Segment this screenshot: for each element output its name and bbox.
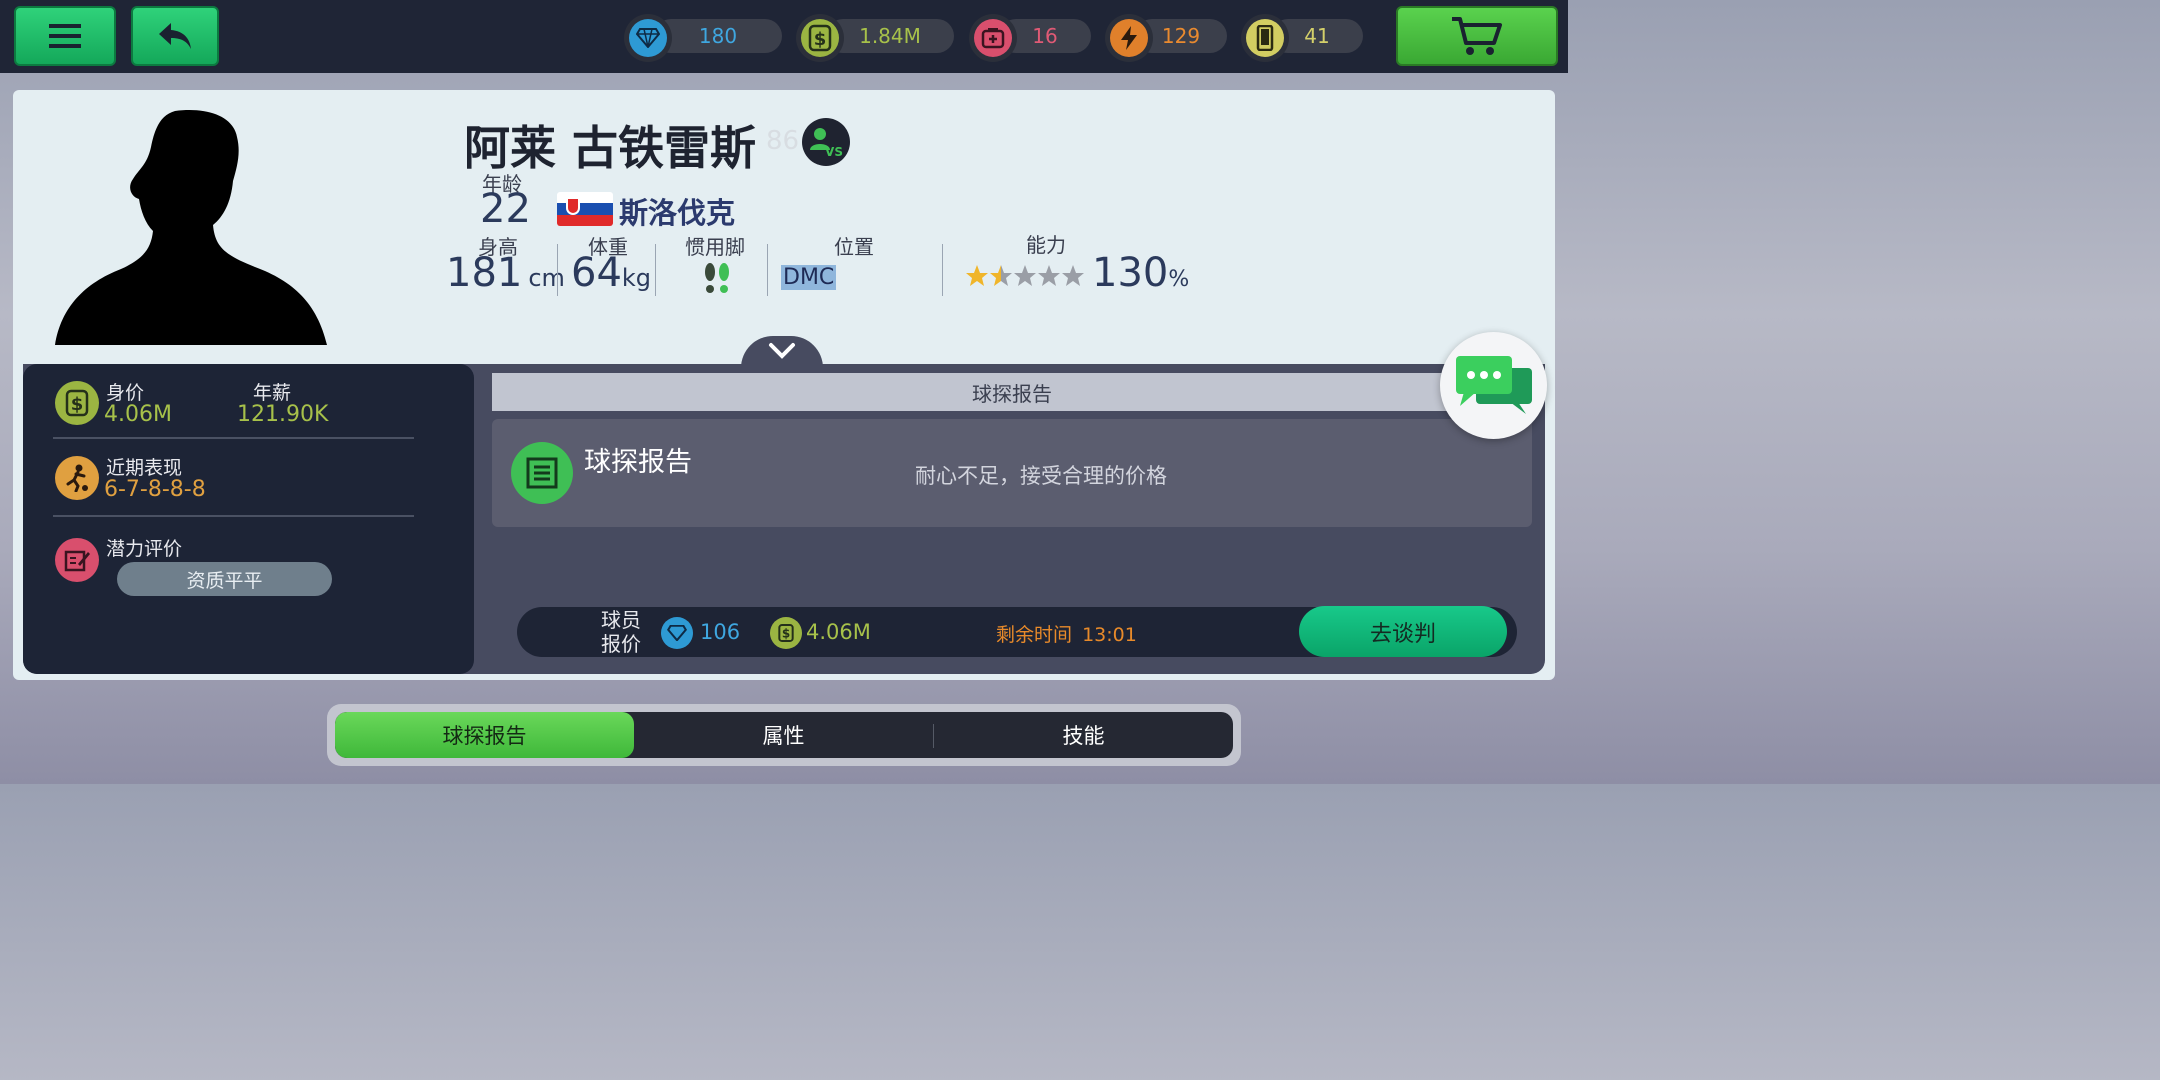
recent-form-value: 6-7-8-8-8 bbox=[104, 477, 206, 502]
star-icon bbox=[966, 265, 988, 286]
negotiate-button[interactable]: 去谈判 bbox=[1299, 606, 1507, 657]
offer-diamond-icon-wrap bbox=[661, 617, 693, 649]
potential-label: 潜力评价 bbox=[106, 538, 183, 560]
resource-cash[interactable]: 1.84M $ bbox=[796, 14, 956, 62]
star-empty-icon bbox=[1062, 265, 1084, 286]
diamond-icon bbox=[667, 625, 687, 641]
market-value-label: 身价 bbox=[106, 382, 145, 404]
star-half-icon bbox=[990, 265, 1012, 286]
svg-text:$: $ bbox=[782, 627, 790, 641]
faded-rating: 86 bbox=[766, 126, 800, 156]
ability-label: 能力 bbox=[1026, 233, 1066, 257]
ability-value: 130% bbox=[1092, 250, 1190, 296]
position-label: 位置 bbox=[834, 235, 874, 259]
offer-label: 球员 报价 bbox=[601, 608, 641, 656]
dollar-icon: $ bbox=[808, 24, 832, 52]
chevron-down-icon bbox=[769, 343, 795, 359]
energy-value: 129 bbox=[1161, 24, 1201, 48]
potential-badge: 资质平平 bbox=[117, 562, 332, 596]
back-button[interactable] bbox=[131, 6, 219, 66]
recent-form-label: 近期表现 bbox=[106, 457, 183, 479]
phone-icon bbox=[1256, 25, 1274, 51]
edit-note-icon bbox=[64, 550, 90, 572]
medkit-value: 16 bbox=[1032, 24, 1058, 48]
offer-cash-icon-wrap: $ bbox=[770, 617, 802, 649]
age-value: 22 bbox=[480, 186, 531, 232]
report-header: 球探报告 bbox=[492, 373, 1532, 411]
form-icon-wrap bbox=[55, 456, 99, 500]
market-value: 4.06M bbox=[104, 402, 172, 427]
report-icon-wrap bbox=[511, 442, 573, 504]
value-icon-wrap: $ bbox=[55, 381, 99, 425]
phone-value: 41 bbox=[1304, 24, 1330, 48]
salary-value: 121.90K bbox=[237, 402, 329, 427]
player-kicking-icon bbox=[66, 464, 88, 492]
remaining-time: 剩余时间 13:01 bbox=[996, 624, 1137, 646]
svg-text:VS: VS bbox=[825, 145, 843, 158]
salary-label: 年薪 bbox=[253, 382, 292, 404]
compare-player-button[interactable]: VS bbox=[802, 118, 850, 166]
report-text: 耐心不足，接受合理的价格 bbox=[915, 464, 1167, 488]
medkit-icon bbox=[981, 28, 1005, 49]
potential-icon-wrap bbox=[55, 538, 99, 582]
dollar-icon: $ bbox=[65, 389, 89, 417]
foot-label: 惯用脚 bbox=[685, 235, 745, 259]
player-silhouette-image bbox=[55, 110, 327, 346]
nationality-flag-icon bbox=[557, 192, 613, 226]
nationality: 斯洛伐克 bbox=[619, 196, 736, 230]
document-list-icon bbox=[526, 457, 558, 489]
player-vs-icon: VS bbox=[810, 128, 843, 158]
weight-value: 64kg bbox=[571, 250, 652, 296]
cart-icon bbox=[1452, 17, 1502, 55]
dollar-icon: $ bbox=[778, 624, 794, 642]
offer-diamonds: 106 bbox=[700, 620, 741, 644]
cash-value: 1.84M bbox=[859, 24, 921, 48]
chat-button[interactable] bbox=[1440, 332, 1547, 439]
tab-attributes[interactable]: 属性 bbox=[634, 712, 933, 758]
menu-button[interactable] bbox=[14, 6, 116, 66]
star-empty-icon bbox=[1038, 265, 1060, 286]
height-value: 181 cm bbox=[446, 250, 565, 296]
back-arrow-icon bbox=[159, 23, 191, 49]
lightning-icon bbox=[1121, 26, 1137, 50]
offer-cash: 4.06M bbox=[806, 620, 871, 644]
star-rating bbox=[966, 265, 1084, 286]
resource-medkit[interactable]: 16 bbox=[969, 14, 1093, 62]
svg-text:$: $ bbox=[814, 29, 827, 50]
hamburger-icon bbox=[49, 24, 81, 48]
svg-text:$: $ bbox=[71, 394, 84, 415]
shop-cart-button[interactable] bbox=[1396, 6, 1558, 66]
tab-scout-report[interactable]: 球探报告 bbox=[335, 712, 634, 758]
diamond-icon bbox=[636, 28, 660, 48]
chat-bubbles-icon bbox=[1455, 355, 1532, 414]
tab-skills[interactable]: 技能 bbox=[934, 712, 1233, 758]
star-empty-icon bbox=[1014, 265, 1036, 286]
report-title: 球探报告 bbox=[584, 447, 692, 478]
diamonds-value: 180 bbox=[698, 24, 738, 48]
footprints-icon bbox=[705, 263, 729, 293]
resource-energy[interactable]: 129 bbox=[1105, 14, 1229, 62]
resource-diamonds[interactable]: 180 bbox=[624, 14, 784, 62]
resource-phone[interactable]: 41 bbox=[1241, 14, 1365, 62]
position-badge: DMC bbox=[781, 265, 837, 290]
tab-track: 球探报告 属性 技能 bbox=[335, 712, 1233, 758]
